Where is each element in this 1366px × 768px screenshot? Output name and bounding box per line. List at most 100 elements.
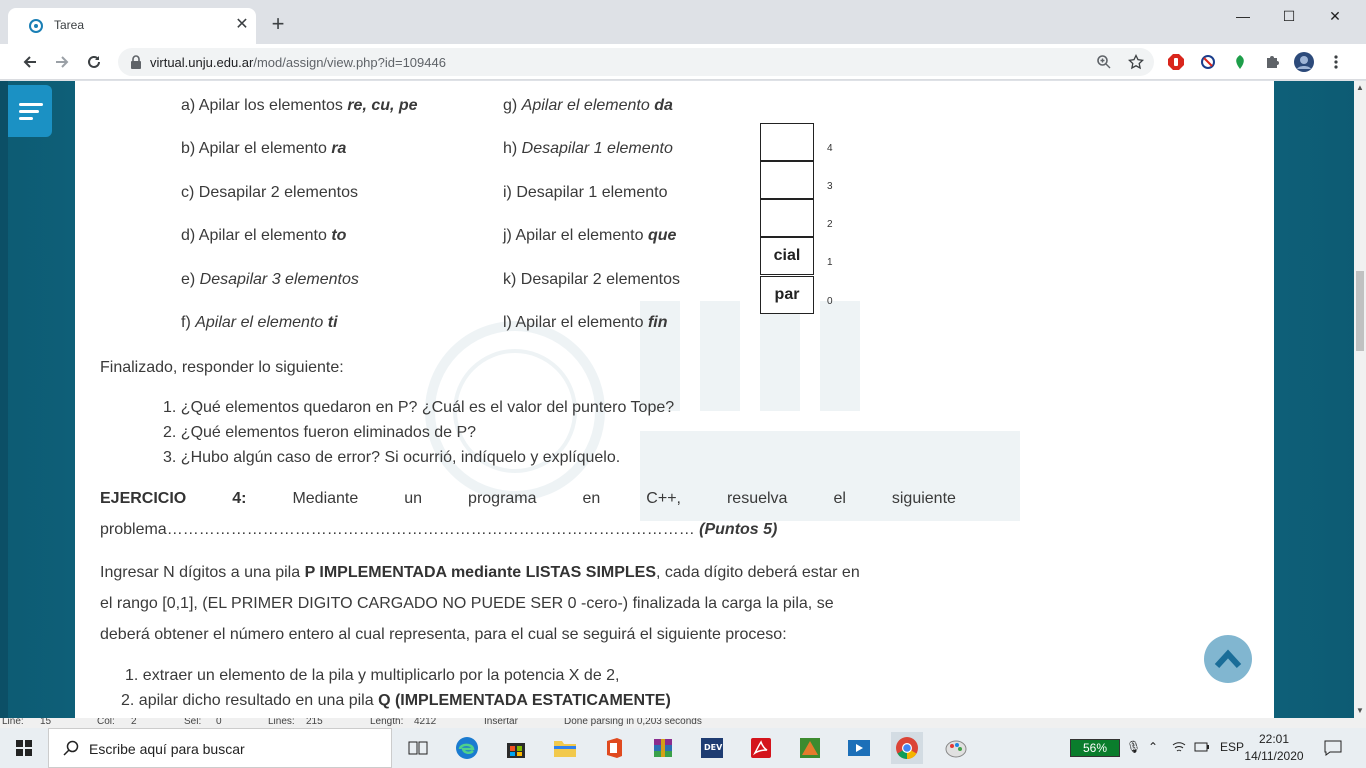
- acrobat-icon[interactable]: [745, 732, 777, 764]
- language-indicator[interactable]: ESP: [1220, 740, 1244, 754]
- system-clock[interactable]: 22:01 14/11/2020: [1244, 731, 1304, 765]
- hamburger-icon-line: [19, 110, 39, 113]
- stack-cell-2: [760, 199, 814, 237]
- scroll-up-arrow-icon[interactable]: ▲: [1356, 83, 1364, 92]
- op-h-italic: Desapilar 1 elemento: [521, 140, 673, 157]
- back-button[interactable]: [18, 50, 42, 74]
- notifications-icon[interactable]: [1324, 740, 1342, 756]
- url-host: virtual.unju.edu.ar: [150, 55, 254, 70]
- close-window-button[interactable]: ✕: [1312, 4, 1358, 28]
- search-placeholder: Escribe aquí para buscar: [89, 741, 245, 757]
- vertical-scrollbar[interactable]: ▲ ▼: [1354, 81, 1366, 718]
- stack-index-4: 4: [827, 143, 833, 154]
- extensions-puzzle-icon[interactable]: [1262, 52, 1282, 72]
- tab-close-icon[interactable]: ✕: [232, 15, 252, 35]
- op-g-text: g): [503, 97, 522, 114]
- op-k-text: k) Desapilar 2 elementos: [503, 271, 680, 288]
- profile-avatar[interactable]: [1294, 52, 1314, 72]
- step2-a: 2. apilar dicho resultado en una pila: [121, 692, 379, 709]
- minimize-button[interactable]: —: [1220, 4, 1266, 28]
- task-view-icon[interactable]: [402, 732, 434, 764]
- block-extension-icon[interactable]: [1198, 52, 1218, 72]
- battery-tray-icon[interactable]: [1194, 741, 1210, 753]
- microphone-icon[interactable]: 🎙: [1126, 740, 1141, 754]
- maps-app-icon[interactable]: [794, 732, 826, 764]
- office-icon[interactable]: [598, 732, 630, 764]
- scrollbar-thumb[interactable]: [1356, 271, 1364, 351]
- op-l-emph: fin: [647, 314, 668, 331]
- start-button[interactable]: [0, 728, 48, 768]
- stack-cell-1: cial: [760, 237, 814, 275]
- stack-index-1: 1: [827, 257, 833, 268]
- status-item: 215: [306, 718, 323, 727]
- op-f-emph: ti: [327, 314, 338, 331]
- status-item: Sel:: [184, 718, 202, 727]
- maximize-button[interactable]: ☐: [1266, 4, 1312, 28]
- tab-tarea[interactable]: Tarea ✕: [8, 8, 256, 44]
- browser-toolbar: virtual.unju.edu.ar/mod/assign/view.php?…: [0, 44, 1366, 80]
- op-l: l) Apilar el elemento fin: [503, 314, 668, 332]
- op-a-emph: re, cu, pe: [347, 97, 418, 114]
- green-extension-icon[interactable]: [1230, 52, 1250, 72]
- ejercicio-word: siguiente: [891, 490, 956, 507]
- paragraph-line-1: Ingresar N dígitos a una pila P IMPLEMEN…: [100, 564, 860, 582]
- tab-title: Tarea: [54, 18, 85, 32]
- problema-line: problema………………………………………………………………………………………: [100, 521, 777, 539]
- status-item: Col:: [97, 718, 115, 727]
- drawer-menu-button[interactable]: [8, 85, 52, 137]
- paint-icon[interactable]: [940, 732, 972, 764]
- ejercicio-label: EJERCICIO: [100, 490, 187, 507]
- status-item: Insertar: [484, 718, 518, 727]
- edge-icon[interactable]: [451, 732, 483, 764]
- stack-diagram: cial par 4 3 2 1 0: [745, 113, 855, 323]
- reload-button[interactable]: [82, 50, 106, 74]
- bookmark-star-icon[interactable]: [1128, 54, 1144, 70]
- status-item: Done parsing in 0,203 seconds: [564, 718, 702, 727]
- chevron-up-tray-icon[interactable]: ⌃: [1148, 740, 1158, 754]
- op-e-text: e): [181, 271, 200, 288]
- store-icon[interactable]: [500, 732, 532, 764]
- op-a: a) Apilar los elementos re, cu, pe: [181, 97, 418, 115]
- hamburger-icon-line: [19, 117, 33, 120]
- wifi-icon[interactable]: [1172, 741, 1186, 753]
- op-e: e) Desapilar 3 elementos: [181, 271, 359, 289]
- file-explorer-icon[interactable]: [549, 732, 581, 764]
- moodle-favicon-icon: [29, 19, 43, 33]
- chrome-icon[interactable]: [891, 732, 923, 764]
- url-text: virtual.unju.edu.ar/mod/assign/view.php?…: [150, 55, 446, 70]
- forward-button[interactable]: [50, 50, 74, 74]
- page-viewport: a) Apilar los elementos re, cu, pe b) Ap…: [0, 81, 1354, 718]
- problema-text: problema………………………………………………………………………………………: [100, 521, 695, 538]
- battery-indicator[interactable]: 56%: [1070, 739, 1120, 757]
- adblock-extension-icon[interactable]: [1166, 52, 1186, 72]
- browser-titlebar: Tarea ✕ + — ☐ ✕: [0, 0, 1366, 44]
- back-arrow-icon: [23, 56, 36, 68]
- op-d-text: d) Apilar el elemento: [181, 227, 332, 244]
- chevron-up-icon: [1214, 649, 1242, 669]
- search-icon: [63, 740, 79, 756]
- svg-text:DEV: DEV: [704, 743, 723, 752]
- ejercicio-word: resuelva: [726, 490, 788, 507]
- ejercicio-word: el: [833, 490, 846, 507]
- new-tab-button[interactable]: +: [266, 12, 290, 36]
- taskbar-search-box[interactable]: Escribe aquí para buscar: [48, 728, 392, 768]
- op-c: c) Desapilar 2 elementos: [181, 184, 358, 202]
- stack-cell-0: par: [760, 276, 814, 314]
- forward-arrow-icon: [56, 56, 69, 68]
- status-item: Lines:: [268, 718, 295, 727]
- puntos-text: (Puntos 5): [699, 521, 778, 538]
- winrar-icon[interactable]: [647, 732, 679, 764]
- ejercicio-word: programa: [468, 490, 537, 507]
- op-g: g) Apilar el elemento da: [503, 97, 673, 115]
- scroll-to-top-button[interactable]: [1204, 635, 1252, 683]
- zoom-icon[interactable]: [1096, 54, 1112, 70]
- scroll-down-arrow-icon[interactable]: ▼: [1356, 706, 1364, 715]
- step-1: 1. extraer un elemento de la pila y mult…: [125, 667, 620, 684]
- media-player-icon[interactable]: [843, 732, 875, 764]
- op-l-text: l) Apilar el elemento: [503, 314, 648, 331]
- address-bar[interactable]: virtual.unju.edu.ar/mod/assign/view.php?…: [118, 48, 1154, 76]
- dev-cpp-icon[interactable]: DEV: [696, 732, 728, 764]
- op-f-italic: Apilar el elemento: [195, 314, 328, 331]
- op-f-text: f): [181, 314, 196, 331]
- chrome-menu-icon[interactable]: [1326, 52, 1346, 72]
